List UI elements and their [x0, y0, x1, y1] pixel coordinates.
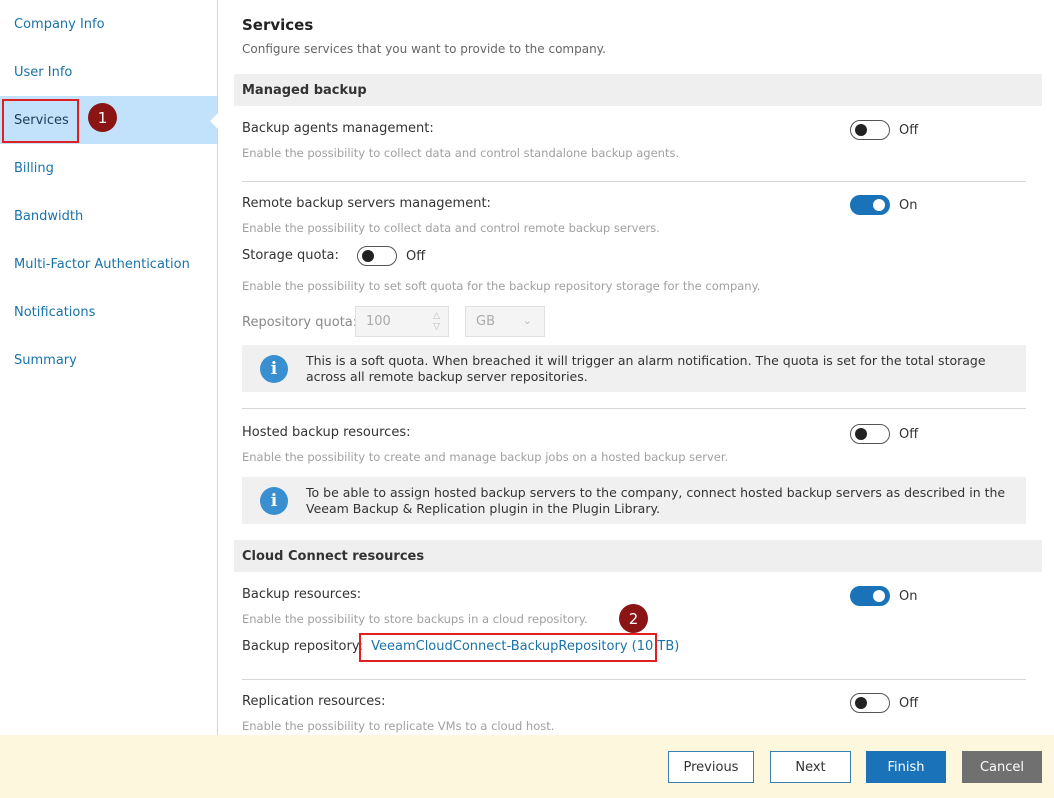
toggle-track — [850, 120, 890, 140]
sidebar-item-notifications[interactable]: Notifications — [0, 288, 217, 336]
replication-resources-toggle[interactable]: Off — [850, 693, 918, 713]
remote-servers-toggle[interactable]: On — [850, 195, 917, 215]
sidebar-item-label: Company Info — [14, 16, 105, 32]
backup-resources-label: Backup resources: — [242, 587, 362, 602]
info-icon: i — [260, 354, 288, 383]
sidebar-item-label: Multi-Factor Authentication — [14, 256, 190, 272]
remote-servers-label: Remote backup servers management: — [242, 196, 491, 211]
remote-servers-desc: Enable the possibility to collect data a… — [242, 221, 660, 235]
page-title: Services — [242, 16, 314, 34]
toggle-knob — [855, 124, 867, 136]
sidebar-item-bandwidth[interactable]: Bandwidth — [0, 192, 217, 240]
hosted-backup-desc: Enable the possibility to create and man… — [242, 450, 729, 464]
toggle-knob — [873, 590, 885, 602]
sidebar-item-label: Summary — [14, 352, 77, 368]
chevron-down-icon: ⌄ — [522, 314, 532, 327]
divider — [242, 679, 1026, 680]
sidebar-item-user-info[interactable]: User Info — [0, 48, 217, 96]
hosted-backup-label: Hosted backup resources: — [242, 425, 411, 440]
sidebar-item-billing[interactable]: Billing — [0, 144, 217, 192]
finish-button[interactable]: Finish — [866, 751, 946, 783]
toggle-knob — [855, 697, 867, 709]
toggle-knob — [873, 199, 885, 211]
section-header-cloud-connect: Cloud Connect resources — [234, 540, 1042, 572]
sidebar-item-label: Bandwidth — [14, 208, 84, 224]
spinner-arrows-icon: △ ▽ — [433, 311, 440, 332]
backup-repository-row: Backup repository: VeeamCloudConnect-Bac… — [242, 639, 679, 654]
sidebar-item-label: Notifications — [14, 304, 96, 320]
page-subtitle: Configure services that you want to prov… — [242, 42, 606, 56]
toggle-state: Off — [899, 122, 919, 138]
sidebar-item-label: User Info — [14, 64, 73, 80]
backup-agents-desc: Enable the possibility to collect data a… — [242, 146, 680, 160]
quota-info-text: This is a soft quota. When breached it w… — [306, 352, 986, 384]
repository-quota-label: Repository quota: — [242, 315, 358, 330]
repository-quota-input[interactable]: 100 △ ▽ — [355, 306, 449, 337]
toggle-knob — [855, 428, 867, 440]
storage-quota-desc: Enable the possibility to set soft quota… — [242, 279, 761, 293]
previous-button[interactable]: Previous — [668, 751, 754, 783]
toggle-state: Off — [899, 426, 919, 442]
storage-quota-label: Storage quota: — [242, 248, 339, 263]
repository-quota-unit-select[interactable]: GB ⌄ — [465, 306, 545, 337]
toggle-state: Off — [899, 695, 919, 711]
section-header-managed-backup: Managed backup — [234, 74, 1042, 106]
backup-agents-toggle[interactable]: Off — [850, 120, 918, 140]
toggle-track — [850, 424, 890, 444]
wizard-footer: Previous Next Finish Cancel — [0, 735, 1054, 798]
toggle-state: On — [899, 588, 918, 604]
replication-resources-desc: Enable the possibility to replicate VMs … — [242, 719, 555, 733]
hosted-info-box: i To be able to assign hosted backup ser… — [242, 477, 1026, 524]
backup-resources-toggle[interactable]: On — [850, 586, 917, 606]
sidebar-item-label: Services — [14, 112, 69, 128]
quota-info-box: i This is a soft quota. When breached it… — [242, 345, 1026, 392]
sidebar-item-mfa[interactable]: Multi-Factor Authentication — [0, 240, 217, 288]
replication-resources-label: Replication resources: — [242, 694, 386, 709]
divider — [242, 181, 1026, 182]
backup-resources-desc: Enable the possibility to store backups … — [242, 612, 588, 626]
hosted-info-text: To be able to assign hosted backup serve… — [306, 484, 1006, 516]
info-icon: i — [260, 486, 288, 515]
toggle-track — [850, 586, 890, 606]
callout-badge-2: 2 — [619, 604, 648, 633]
sidebar-item-label: Billing — [14, 160, 54, 176]
backup-agents-label: Backup agents management: — [242, 121, 434, 136]
toggle-knob — [362, 250, 374, 262]
unit-value: GB — [476, 314, 495, 329]
divider — [242, 408, 1026, 409]
hosted-backup-toggle[interactable]: Off — [850, 424, 918, 444]
sidebar-item-summary[interactable]: Summary — [0, 336, 217, 384]
callout-badge-1: 1 — [88, 103, 117, 132]
toggle-state: Off — [406, 248, 426, 264]
storage-quota-toggle[interactable]: Off — [357, 246, 425, 266]
repository-quota-value: 100 — [366, 314, 391, 329]
sidebar-item-company-info[interactable]: Company Info — [0, 0, 217, 48]
cancel-button[interactable]: Cancel — [962, 751, 1042, 783]
backup-repository-link[interactable]: VeeamCloudConnect-BackupRepository (10 T… — [371, 639, 679, 654]
backup-repository-label: Backup repository: — [242, 639, 363, 654]
toggle-track — [850, 195, 890, 215]
toggle-track — [850, 693, 890, 713]
toggle-state: On — [899, 197, 918, 213]
toggle-track — [357, 246, 397, 266]
next-button[interactable]: Next — [770, 751, 851, 783]
